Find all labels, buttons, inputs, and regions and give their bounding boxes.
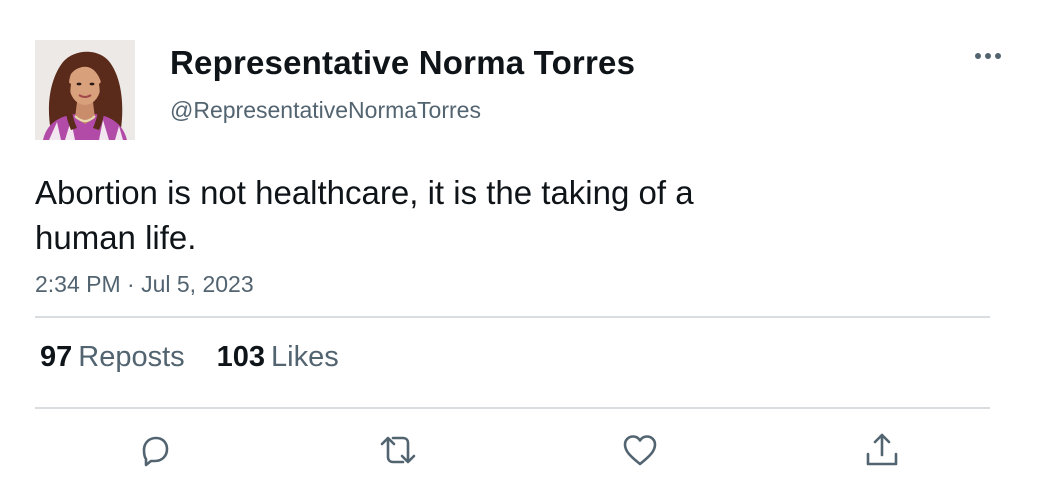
share-icon	[866, 433, 898, 466]
reposts-stat[interactable]: 97 Reposts	[40, 341, 185, 374]
avatar[interactable]	[35, 40, 135, 140]
avatar-photo	[35, 40, 135, 140]
more-options-button[interactable]	[968, 40, 1008, 72]
likes-stat[interactable]: 103 Likes	[217, 341, 339, 374]
reply-button[interactable]	[133, 428, 177, 472]
divider	[35, 316, 990, 318]
ellipsis-icon	[975, 53, 1001, 59]
repost-button[interactable]	[376, 428, 420, 472]
reply-icon	[142, 436, 169, 467]
user-handle[interactable]: @RepresentativeNormaTorres	[170, 97, 481, 124]
engagement-stats: 97 Reposts 103 Likes	[40, 341, 339, 374]
heart-icon	[623, 435, 657, 466]
display-name[interactable]: Representative Norma Torres	[170, 44, 635, 82]
tweet-timestamp[interactable]: 2:34 PM · Jul 5, 2023	[35, 271, 254, 298]
reposts-count: 97	[40, 341, 73, 373]
likes-count: 103	[216, 341, 266, 373]
repost-icon	[380, 436, 416, 464]
divider	[35, 407, 990, 409]
tweet-text: Abortion is not healthcare, it is the ta…	[35, 174, 694, 256]
likes-label: Likes	[271, 341, 339, 373]
like-button[interactable]	[618, 428, 662, 472]
reposts-label: Reposts	[78, 341, 185, 373]
share-button[interactable]	[860, 428, 904, 472]
